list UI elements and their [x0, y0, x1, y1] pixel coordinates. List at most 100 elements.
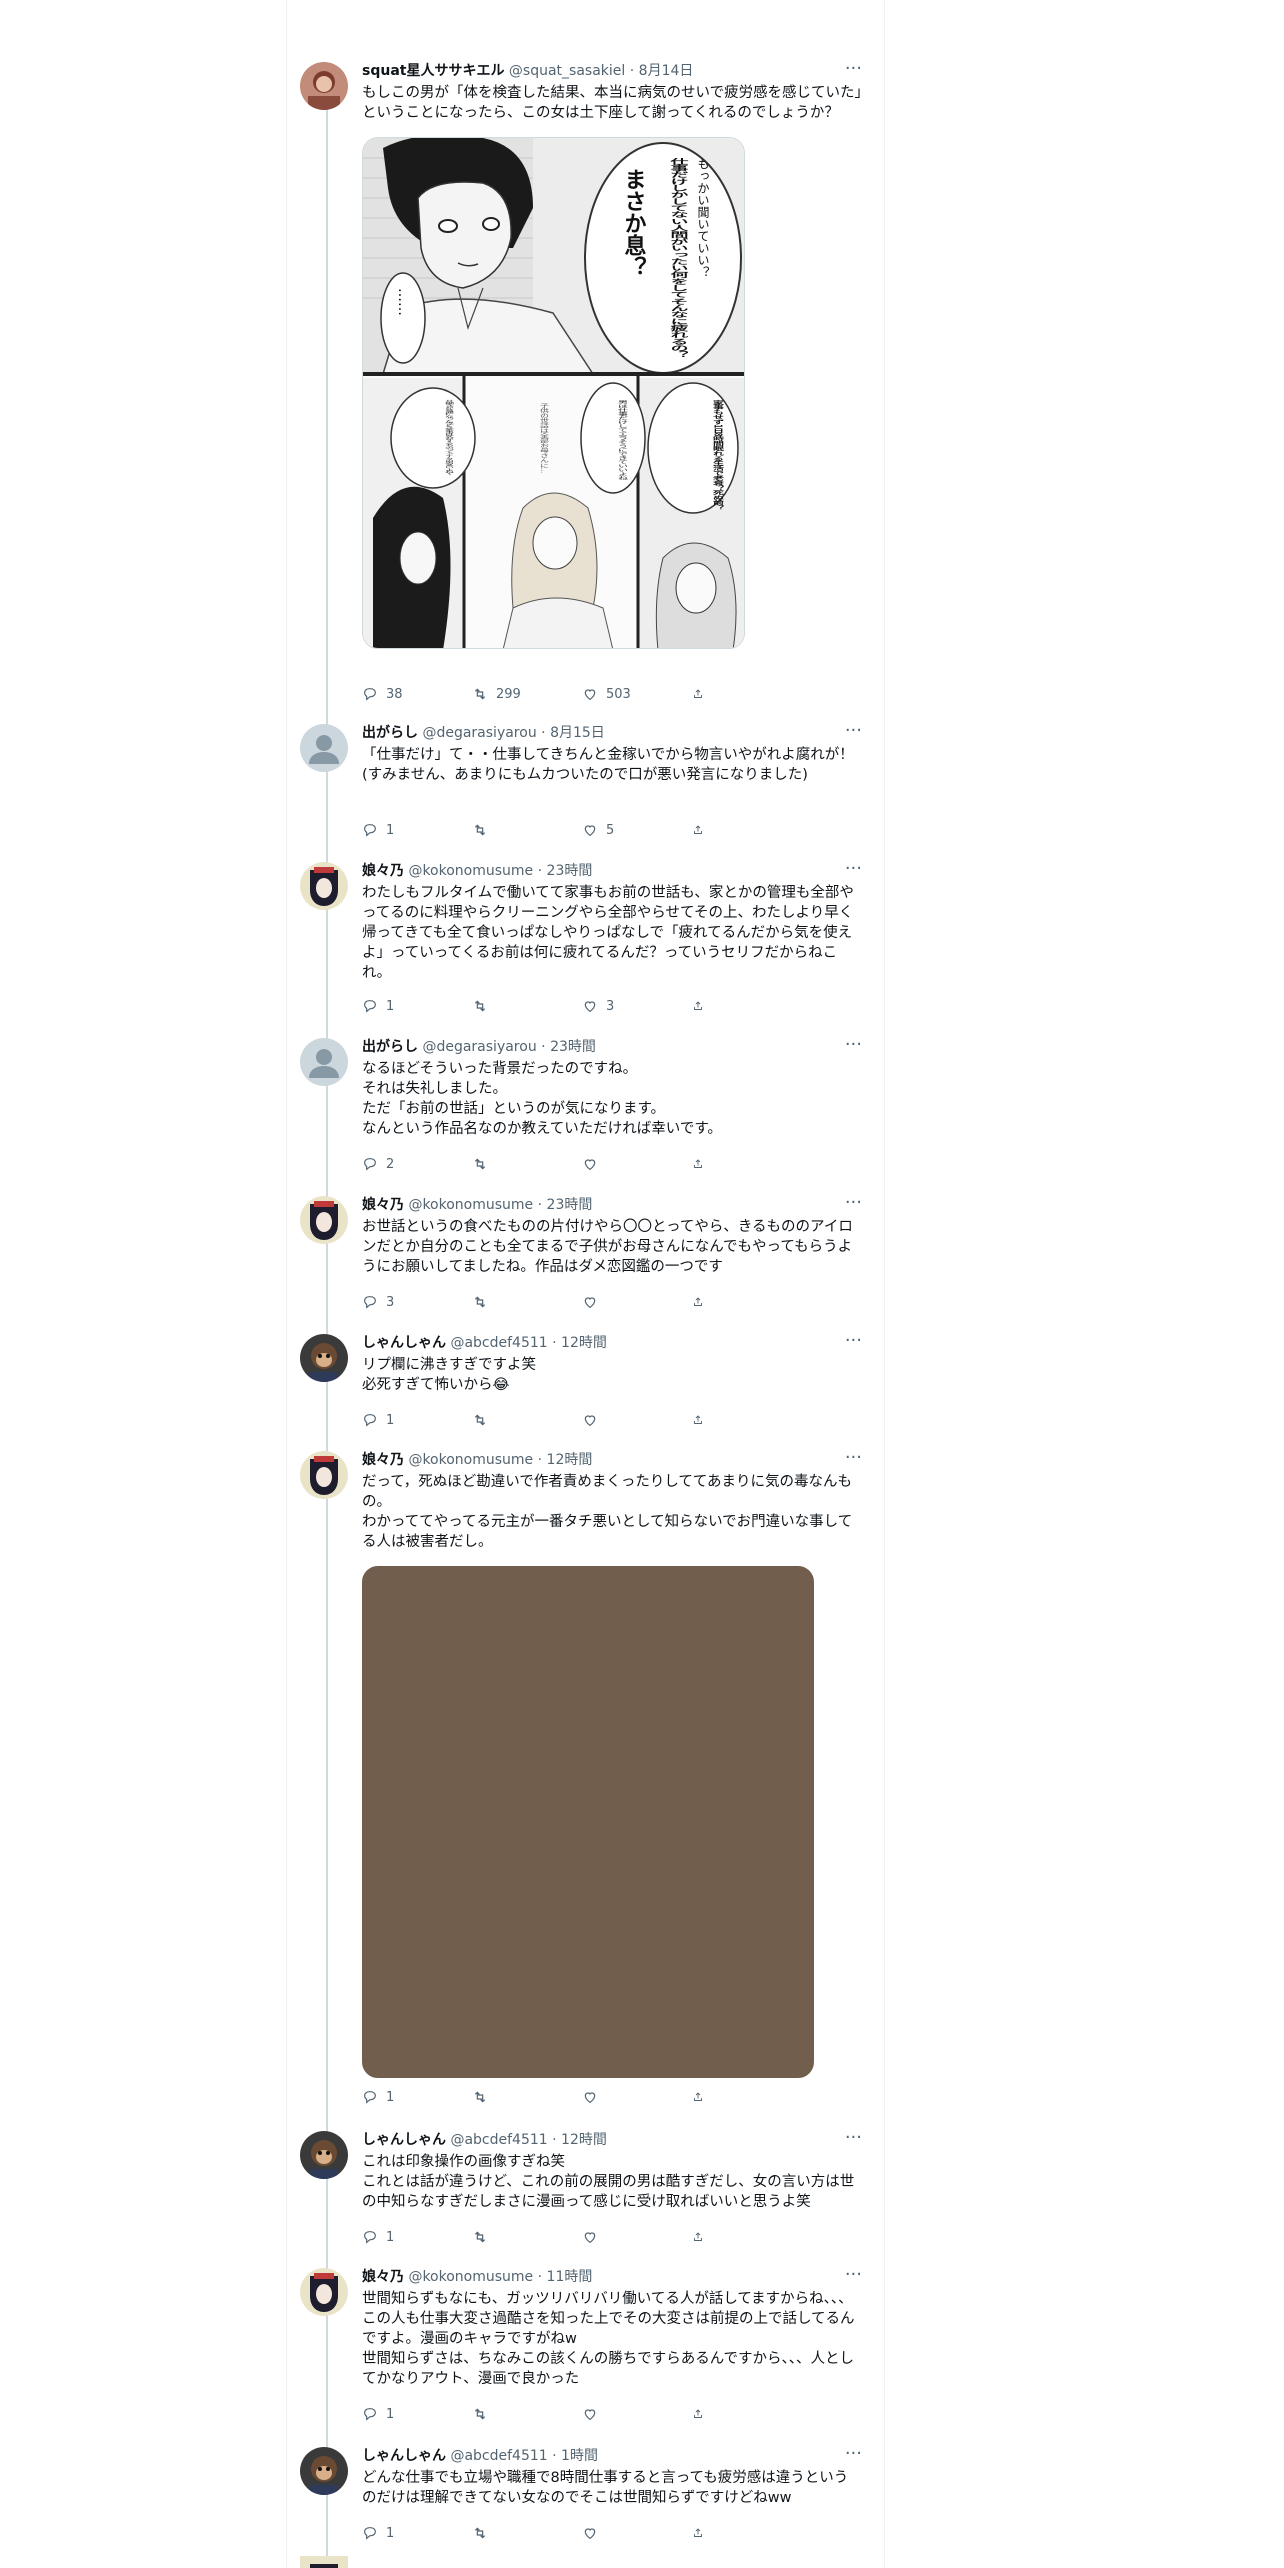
reply-count: 1 — [386, 822, 395, 838]
retweet-button[interactable] — [472, 820, 582, 840]
retweet-button[interactable] — [472, 2087, 582, 2107]
share-button[interactable] — [692, 1154, 712, 1174]
user-name[interactable]: 出がらし — [362, 1039, 418, 1055]
avatar-partial[interactable] — [300, 2556, 348, 2568]
share-button[interactable] — [692, 2227, 712, 2247]
more-options-icon[interactable]: ··· — [845, 2129, 862, 2147]
user-name[interactable]: 娘々乃 — [362, 1197, 404, 1213]
timestamp[interactable]: 8月15日 — [550, 725, 605, 741]
reply-icon — [364, 2231, 376, 2244]
reply-button[interactable]: 38 — [362, 684, 472, 704]
more-options-icon[interactable]: ··· — [845, 1332, 862, 1350]
timestamp[interactable]: 12時間 — [561, 1335, 607, 1351]
avatar[interactable] — [300, 62, 348, 110]
avatar[interactable] — [300, 1196, 348, 1244]
avatar[interactable] — [300, 1451, 348, 1499]
share-button[interactable] — [692, 2523, 712, 2543]
more-options-icon[interactable]: ··· — [845, 1194, 862, 1212]
like-button[interactable]: 503 — [582, 684, 692, 704]
heart-icon — [584, 689, 596, 701]
more-options-icon[interactable]: ··· — [845, 2445, 862, 2463]
tweet-text: これは印象操作の画像すぎね笑 これとは話が違うけど、これの前の展開の男は酷すぎだ… — [362, 2154, 855, 2210]
user-name[interactable]: 娘々乃 — [362, 863, 404, 879]
share-button[interactable] — [692, 1410, 712, 1430]
timestamp[interactable]: 11時間 — [547, 2269, 593, 2285]
reply-button[interactable]: 1 — [362, 2404, 472, 2424]
avatar-default[interactable] — [300, 724, 348, 772]
avatar[interactable] — [300, 2447, 348, 2495]
more-options-icon[interactable]: ··· — [845, 60, 862, 78]
reply-button[interactable]: 1 — [362, 1410, 472, 1430]
retweet-button[interactable] — [472, 2404, 582, 2424]
share-button[interactable] — [692, 2404, 712, 2424]
avatar[interactable] — [300, 2268, 348, 2316]
timestamp[interactable]: 23時間 — [550, 1039, 596, 1055]
like-button[interactable] — [582, 2087, 692, 2107]
avatar[interactable] — [300, 862, 348, 910]
avatar[interactable] — [300, 1334, 348, 1382]
share-button[interactable] — [692, 820, 712, 840]
more-options-icon[interactable]: ··· — [845, 860, 862, 878]
retweet-button[interactable]: 299 — [472, 684, 582, 704]
retweet-button[interactable] — [472, 996, 582, 1016]
more-options-icon[interactable]: ··· — [845, 1449, 862, 1467]
retweet-button[interactable] — [472, 2523, 582, 2543]
reply-button[interactable]: 1 — [362, 996, 472, 1016]
user-handle[interactable]: @kokonomusume — [408, 863, 533, 879]
user-name[interactable]: しゃんしゃん — [362, 1335, 446, 1351]
user-name[interactable]: しゃんしゃん — [362, 2448, 446, 2464]
tweet-header: squat星人ササキエル @squat_sasakiel · 8月14日 ··· — [362, 60, 862, 82]
reply-button[interactable]: 3 — [362, 1292, 472, 1312]
tweet-image-manga[interactable]: …… もっかい聞いていい？ 仕事だけしかしてない人間がいったい何をしてそんなに疲… — [362, 137, 745, 649]
like-button[interactable] — [582, 2227, 692, 2247]
like-button[interactable] — [582, 1410, 692, 1430]
like-button[interactable] — [582, 1154, 692, 1174]
user-handle[interactable]: @abcdef4511 — [450, 2132, 547, 2148]
user-handle[interactable]: @squat_sasakiel — [509, 63, 625, 79]
user-handle[interactable]: @degarasiyarou — [422, 1039, 536, 1055]
like-button[interactable] — [582, 1292, 692, 1312]
user-name[interactable]: squat星人ササキエル — [362, 63, 504, 79]
user-name[interactable]: 娘々乃 — [362, 2269, 404, 2285]
timestamp[interactable]: 23時間 — [547, 863, 593, 879]
user-name[interactable]: しゃんしゃん — [362, 2132, 446, 2148]
reply-button[interactable]: 1 — [362, 2087, 472, 2107]
timestamp[interactable]: 1時間 — [561, 2448, 598, 2464]
retweet-button[interactable] — [472, 1154, 582, 1174]
timestamp[interactable]: 23時間 — [547, 1197, 593, 1213]
reply-button[interactable]: 2 — [362, 1154, 472, 1174]
timestamp[interactable]: 12時間 — [547, 1452, 593, 1468]
timestamp[interactable]: 12時間 — [561, 2132, 607, 2148]
tweet-image-placeholder[interactable] — [362, 1566, 814, 2078]
user-handle[interactable]: @degarasiyarou — [422, 725, 536, 741]
retweet-button[interactable] — [472, 1410, 582, 1430]
user-handle[interactable]: @abcdef4511 — [450, 1335, 547, 1351]
user-name[interactable]: 出がらし — [362, 725, 418, 741]
like-button[interactable] — [582, 2404, 692, 2424]
timestamp[interactable]: 8月14日 — [639, 63, 694, 79]
share-button[interactable] — [692, 2087, 712, 2107]
share-button[interactable] — [692, 1292, 712, 1312]
more-options-icon[interactable]: ··· — [845, 1036, 862, 1054]
like-button[interactable] — [582, 2523, 692, 2543]
reply-button[interactable]: 1 — [362, 820, 472, 840]
reply-button[interactable]: 1 — [362, 2523, 472, 2543]
retweet-button[interactable] — [472, 2227, 582, 2247]
avatar[interactable] — [300, 2131, 348, 2179]
user-name[interactable]: 娘々乃 — [362, 1452, 404, 1468]
avatar-default[interactable] — [300, 1038, 348, 1086]
user-handle[interactable]: @kokonomusume — [408, 2269, 533, 2285]
more-options-icon[interactable]: ··· — [845, 722, 862, 740]
reply-icon — [364, 1158, 376, 1171]
like-button[interactable]: 5 — [582, 820, 692, 840]
user-handle[interactable]: @abcdef4511 — [450, 2448, 547, 2464]
user-handle[interactable]: @kokonomusume — [408, 1197, 533, 1213]
like-button[interactable]: 3 — [582, 996, 692, 1016]
retweet-button[interactable] — [472, 1292, 582, 1312]
share-button[interactable] — [692, 996, 712, 1016]
share-button[interactable] — [692, 684, 712, 704]
reply-button[interactable]: 1 — [362, 2227, 472, 2247]
user-handle[interactable]: @kokonomusume — [408, 1452, 533, 1468]
more-options-icon[interactable]: ··· — [845, 2266, 862, 2284]
retweet-icon — [474, 2231, 486, 2243]
